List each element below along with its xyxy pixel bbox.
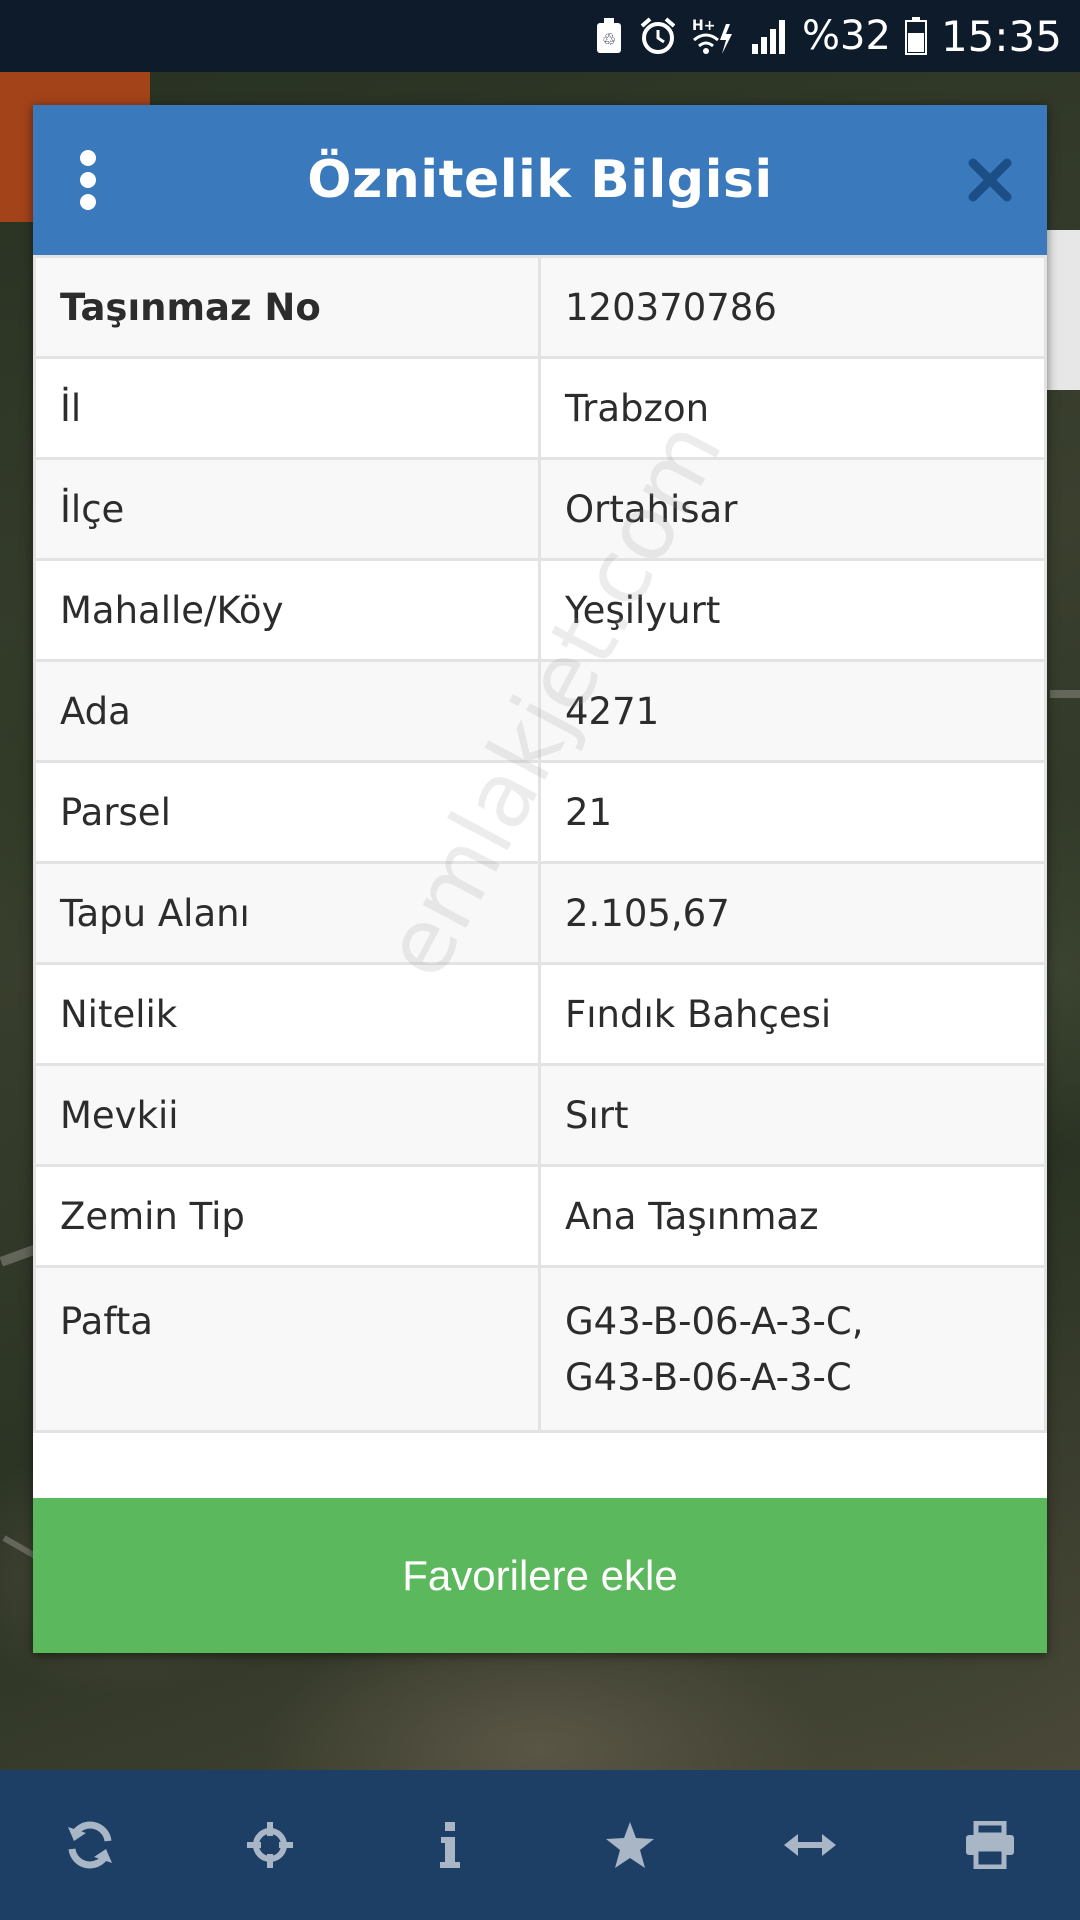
row-value: G43-B-06-A-3-C, G43-B-06-A-3-C xyxy=(538,1265,1047,1433)
wifi-hplus-icon: H+ xyxy=(692,16,736,56)
row-key: Mevkii xyxy=(33,1063,541,1167)
row-key: İl xyxy=(33,356,541,460)
close-icon[interactable] xyxy=(965,155,1015,205)
attribute-dialog: Öznitelik Bilgisi Taşınmaz No 120370786 … xyxy=(33,105,1047,1653)
info-icon[interactable] xyxy=(400,1795,500,1895)
svg-text:H+: H+ xyxy=(692,18,715,34)
battery-percent: %32 xyxy=(802,13,891,59)
table-row: Zemin Tip Ana Taşınmaz xyxy=(33,1164,1047,1268)
signal-icon xyxy=(750,18,790,54)
svg-text:♲: ♲ xyxy=(602,30,616,49)
dialog-title: Öznitelik Bilgisi xyxy=(307,150,773,210)
row-value: 21 xyxy=(538,760,1047,864)
print-icon[interactable] xyxy=(940,1795,1040,1895)
table-row: Nitelik Fındık Bahçesi xyxy=(33,962,1047,1066)
table-row: Pafta G43-B-06-A-3-C, G43-B-06-A-3-C xyxy=(33,1265,1047,1433)
row-key: Tapu Alanı xyxy=(33,861,541,965)
row-value: Trabzon xyxy=(538,356,1047,460)
row-key: Taşınmaz No xyxy=(33,255,541,359)
table-row: İlçe Ortahisar xyxy=(33,457,1047,561)
crosshair-icon[interactable] xyxy=(220,1795,320,1895)
map-overlay-panel xyxy=(1046,230,1080,390)
star-icon[interactable] xyxy=(580,1795,680,1895)
table-row: Mahalle/Köy Yeşilyurt xyxy=(33,558,1047,662)
row-value: Ortahisar xyxy=(538,457,1047,561)
row-key: Pafta xyxy=(33,1265,541,1433)
measure-icon[interactable] xyxy=(760,1795,860,1895)
table-row: İl Trabzon xyxy=(33,356,1047,460)
table-row: Parsel 21 xyxy=(33,760,1047,864)
row-value: Ana Taşınmaz xyxy=(538,1164,1047,1268)
attribute-table: Taşınmaz No 120370786 İl Trabzon İlçe Or… xyxy=(33,255,1047,1433)
row-key: Parsel xyxy=(33,760,541,864)
row-value: Sırt xyxy=(538,1063,1047,1167)
clock: 15:35 xyxy=(940,11,1062,61)
battery-icon xyxy=(904,17,927,55)
row-key: Nitelik xyxy=(33,962,541,1066)
row-key: Ada xyxy=(33,659,541,763)
more-vertical-icon[interactable] xyxy=(73,150,103,210)
refresh-icon[interactable] xyxy=(40,1795,140,1895)
table-row: Tapu Alanı 2.105,67 xyxy=(33,861,1047,965)
row-key: İlçe xyxy=(33,457,541,561)
bottom-toolbar xyxy=(0,1770,1080,1920)
row-value: Fındık Bahçesi xyxy=(538,962,1047,1066)
add-to-favorites-button[interactable]: Favorilere ekle xyxy=(33,1498,1047,1653)
table-row: Mevkii Sırt xyxy=(33,1063,1047,1167)
dialog-header: Öznitelik Bilgisi xyxy=(33,105,1047,255)
row-value: 120370786 xyxy=(538,255,1047,359)
recycle-icon: ♲ xyxy=(594,17,624,55)
row-value: 2.105,67 xyxy=(538,861,1047,965)
row-value: 4271 xyxy=(538,659,1047,763)
row-key: Zemin Tip xyxy=(33,1164,541,1268)
status-bar: ♲ H+ %32 15:35 xyxy=(0,0,1080,72)
row-key: Mahalle/Köy xyxy=(33,558,541,662)
table-row: Ada 4271 xyxy=(33,659,1047,763)
alarm-icon xyxy=(638,16,678,56)
table-row: Taşınmaz No 120370786 xyxy=(33,255,1047,359)
row-value: Yeşilyurt xyxy=(538,558,1047,662)
